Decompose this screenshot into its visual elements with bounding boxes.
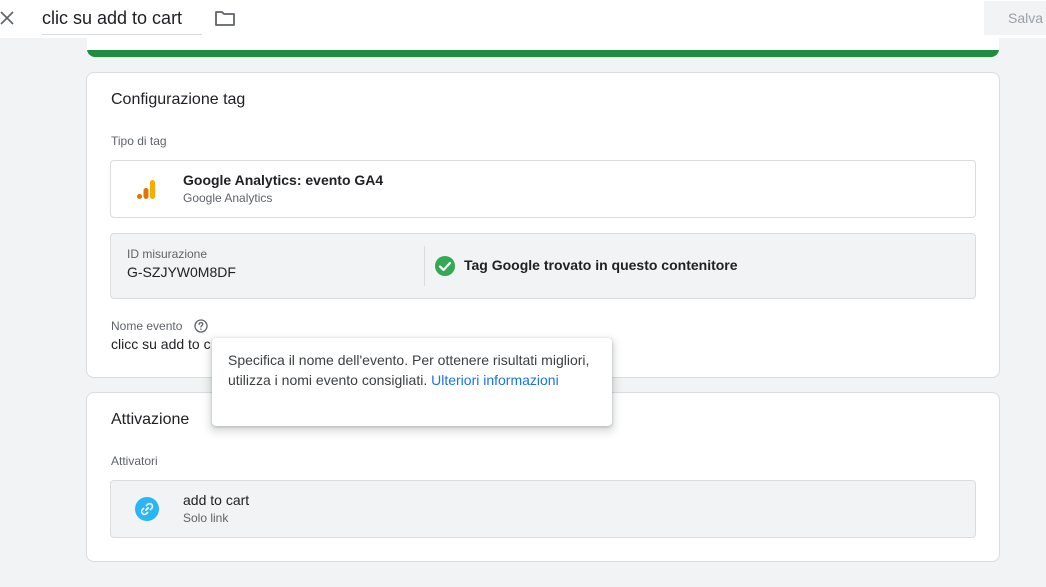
- tag-type-label: Tipo di tag: [111, 134, 167, 148]
- event-name-value[interactable]: clicc su add to c: [111, 336, 211, 352]
- learn-more-link[interactable]: Ulteriori informazioni: [431, 372, 559, 388]
- google-tag-status: Tag Google trovato in questo contenitore: [464, 257, 738, 273]
- event-name-tooltip: Specifica il nome dell'evento. Per otten…: [212, 338, 612, 426]
- triggering-title: Attivazione: [111, 411, 190, 428]
- link-icon: [135, 497, 159, 521]
- close-icon[interactable]: [0, 10, 14, 26]
- trigger-type: Solo link: [183, 511, 229, 525]
- tag-type-name: Google Analytics: evento GA4: [183, 172, 384, 188]
- status-strip: [87, 50, 999, 57]
- save-button[interactable]: Salva: [984, 1, 1046, 35]
- measurement-id-label: ID misurazione: [127, 247, 208, 261]
- measurement-id-panel: ID misurazione G-SZJYW0M8DF Tag Google t…: [110, 233, 976, 299]
- event-name-label: Nome evento: [111, 319, 183, 333]
- google-analytics-icon: [137, 180, 155, 199]
- tag-type-selector[interactable]: Google Analytics: evento GA4 Google Anal…: [110, 160, 976, 218]
- trigger-item[interactable]: add to cart Solo link: [110, 480, 976, 538]
- check-circle-icon: [435, 256, 455, 276]
- triggers-label: Attivatori: [111, 454, 158, 468]
- measurement-divider: [424, 246, 425, 286]
- trigger-name: add to cart: [183, 492, 250, 508]
- editor-header: clic su add to cart Salva: [0, 0, 1046, 38]
- tag-name-text: clic su add to cart: [42, 8, 183, 28]
- tag-configuration-title: Configurazione tag: [111, 91, 246, 108]
- help-icon[interactable]: [194, 319, 208, 333]
- scrolled-card-bottom: [87, 38, 999, 57]
- tag-type-provider: Google Analytics: [183, 191, 273, 205]
- tag-name-field[interactable]: clic su add to cart: [42, 4, 202, 35]
- tag-configuration-card: Configurazione tag Tipo di tag Google An…: [86, 72, 1000, 378]
- measurement-id-value: G-SZJYW0M8DF: [127, 264, 236, 280]
- folder-icon[interactable]: [214, 9, 236, 27]
